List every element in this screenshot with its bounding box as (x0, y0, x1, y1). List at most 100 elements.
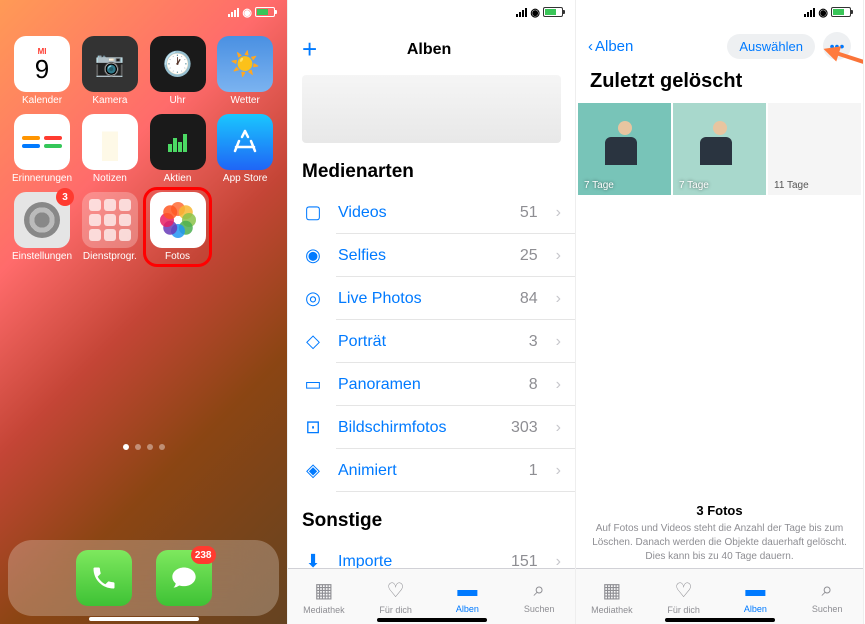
app-label: Wetter (231, 95, 260, 106)
tab-search[interactable]: ⌕Suchen (791, 569, 863, 624)
status-bar: ◉ (0, 0, 287, 24)
screenshot-icon: ⊡ (302, 417, 324, 438)
library-icon: ▦ (602, 578, 621, 603)
tab-label: Für dich (379, 605, 412, 615)
appstore-app[interactable]: App Store (215, 114, 275, 184)
page-title: Zuletzt gelöscht (576, 68, 863, 103)
badge: 238 (191, 546, 216, 564)
tab-label: Mediathek (591, 605, 633, 615)
photo-thumb[interactable]: 7 Tage (578, 103, 671, 195)
row-selfies[interactable]: ◉Selfies25› (288, 234, 575, 277)
row-count: 3 (529, 333, 538, 351)
reminders-app[interactable]: Erinnerungen (12, 114, 72, 184)
app-label: Kalender (22, 95, 62, 106)
utilities-folder[interactable]: Dienstprogr. (80, 192, 140, 262)
info-text: Auf Fotos und Videos steht die Anzahl de… (590, 522, 849, 564)
row-label: Animiert (338, 462, 515, 480)
app-label: Einstellungen (12, 251, 72, 262)
photo-thumb[interactable]: 11 Tage (768, 103, 861, 195)
home-screen: ◉ MI9 Kalender 📷 Kamera 🕐 Uhr ☀️ Wetter … (0, 0, 288, 624)
add-button[interactable]: + (302, 34, 317, 65)
days-left: 11 Tage (774, 180, 809, 191)
tab-bar: ▦Mediathek ♡Für dich ▬Alben ⌕Suchen (288, 568, 575, 624)
photos-app[interactable]: Fotos (143, 187, 213, 267)
row-count: 303 (511, 419, 538, 437)
photo-thumb[interactable]: 7 Tage (673, 103, 766, 195)
chevron-icon: › (556, 290, 561, 308)
home-indicator[interactable] (377, 618, 487, 622)
row-livephotos[interactable]: ◎Live Photos84› (288, 277, 575, 320)
nav-title: Alben (407, 41, 451, 59)
app-label: App Store (223, 173, 267, 184)
battery-icon (543, 7, 563, 17)
row-count: 1 (529, 462, 538, 480)
app-label: Uhr (169, 95, 185, 106)
tab-foryou[interactable]: ♡Für dich (360, 569, 432, 624)
tab-albums[interactable]: ▬Alben (720, 569, 792, 624)
row-label: Bildschirmfotos (338, 419, 497, 437)
animated-icon: ◈ (302, 460, 324, 481)
wifi-icon: ◉ (530, 6, 540, 19)
settings-app[interactable]: 3 Einstellungen (12, 192, 72, 262)
notes-app[interactable]: Notizen (80, 114, 140, 184)
tab-albums[interactable]: ▬Alben (432, 569, 504, 624)
app-label: Kamera (92, 95, 127, 106)
albums-icon: ▬ (457, 579, 477, 602)
thumbnail-grid: 7 Tage 7 Tage 11 Tage (576, 103, 863, 195)
camera-icon: 📷 (82, 36, 138, 92)
chevron-icon: › (556, 204, 561, 222)
back-button[interactable]: ‹Alben (588, 38, 633, 55)
row-portrait[interactable]: ◇Porträt3› (288, 320, 575, 363)
clock-app[interactable]: 🕐 Uhr (148, 36, 208, 106)
settings-icon: 3 (14, 192, 70, 248)
row-screenshots[interactable]: ⊡ Bildschirmfotos 303 › (288, 406, 575, 449)
row-label: Panoramen (338, 376, 515, 394)
tab-label: Suchen (524, 604, 555, 614)
row-label: Selfies (338, 247, 506, 265)
calendar-app[interactable]: MI9 Kalender (12, 36, 72, 106)
battery-icon (831, 7, 851, 17)
row-label: Live Photos (338, 290, 506, 308)
messages-app[interactable]: 238 (156, 550, 212, 606)
home-indicator[interactable] (665, 618, 775, 622)
tab-label: Mediathek (303, 605, 345, 615)
portrait-icon: ◇ (302, 331, 324, 352)
phone-app[interactable] (76, 550, 132, 606)
calendar-date: 9 (35, 56, 49, 82)
row-videos[interactable]: ▢Videos51› (288, 191, 575, 234)
stocks-icon (150, 114, 206, 170)
chevron-icon: › (556, 376, 561, 394)
weather-icon: ☀️ (217, 36, 273, 92)
tab-library[interactable]: ▦ Mediathek (576, 569, 648, 624)
chevron-icon: › (556, 419, 561, 437)
row-label: Videos (338, 204, 506, 222)
dock: 238 (8, 540, 279, 616)
folder-icon (82, 192, 138, 248)
tab-library[interactable]: ▦Mediathek (288, 569, 360, 624)
app-label: Fotos (165, 251, 190, 262)
page-indicator[interactable] (0, 444, 287, 450)
recently-deleted-screen: ◉ ‹Alben Auswählen ••• Zuletzt gelöscht … (576, 0, 864, 624)
album-thumb-placeholder[interactable] (302, 75, 561, 143)
clock-icon: 🕐 (150, 36, 206, 92)
select-button[interactable]: Auswählen (727, 34, 815, 59)
app-label: Aktien (164, 173, 192, 184)
camera-app[interactable]: 📷 Kamera (80, 36, 140, 106)
home-indicator[interactable] (89, 617, 199, 621)
notes-icon (82, 114, 138, 170)
tab-foryou[interactable]: ♡Für dich (648, 569, 720, 624)
foryou-icon: ♡ (675, 578, 693, 603)
app-label: Dienstprogr. (83, 251, 137, 262)
battery-icon (255, 7, 275, 17)
row-animated[interactable]: ◈Animiert1› (288, 449, 575, 492)
panorama-icon: ▭ (302, 374, 324, 395)
row-panoramas[interactable]: ▭Panoramen8› (288, 363, 575, 406)
back-label: Alben (595, 38, 633, 55)
tab-search[interactable]: ⌕Suchen (503, 569, 575, 624)
signal-icon (516, 8, 527, 17)
row-count: 51 (520, 204, 538, 222)
info-block: 3 Fotos Auf Fotos und Videos steht die A… (576, 503, 863, 564)
stocks-app[interactable]: Aktien (148, 114, 208, 184)
app-label: Notizen (93, 173, 127, 184)
weather-app[interactable]: ☀️ Wetter (215, 36, 275, 106)
